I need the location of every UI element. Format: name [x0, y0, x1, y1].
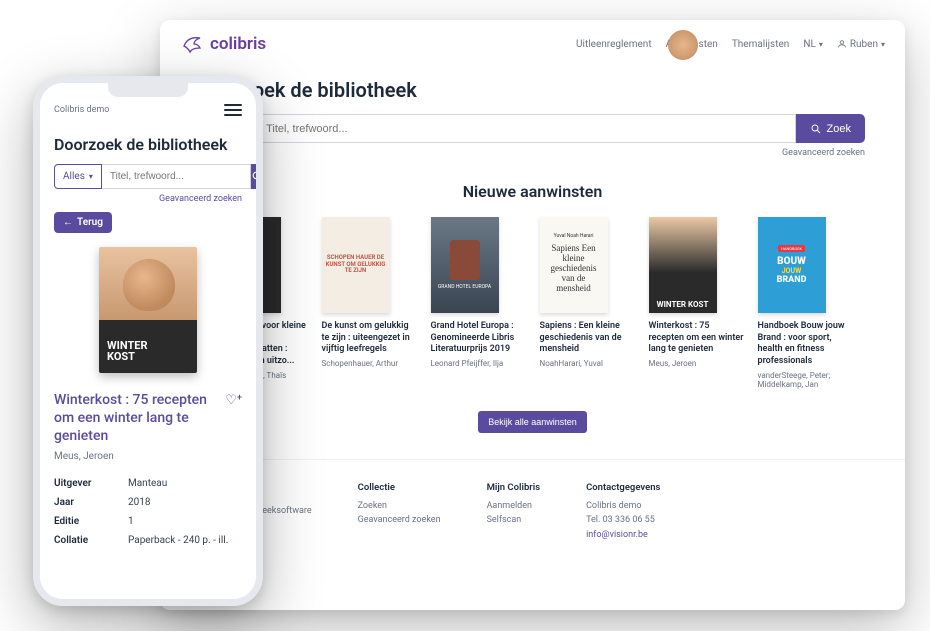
new-acquisitions-section: Nieuwe aanwinsten Grote kunst voor klein…: [200, 182, 865, 433]
book-grid: Grote kunst voor kleine kenners: museums…: [200, 217, 865, 389]
search-button[interactable]: Zoek: [796, 114, 865, 143]
footer-heading: Collectie: [358, 482, 441, 493]
meta-row: Uitgever Manteau: [54, 474, 242, 493]
desktop-header: colibris Uitleenreglement Aanwinsten The…: [160, 20, 905, 62]
desktop-footer: Colibris bibliotheeksoftware © 2002-2020…: [160, 459, 905, 564]
meta-value: 1: [128, 516, 134, 527]
footer-col-mijn: Mijn Colibris Aanmelden Selfscan: [487, 482, 541, 542]
book-cover: SCHOPEN HAUER DE KUNST OM GELUKKIG TE ZI…: [322, 217, 390, 313]
colibris-bird-icon: [180, 32, 204, 56]
search-input[interactable]: [255, 114, 795, 143]
footer-heading: Contactgegevens: [586, 482, 660, 493]
book-cover: HANDBOEK BOUW JOUW BRAND: [758, 217, 826, 313]
footer-link[interactable]: Aanmelden: [487, 499, 541, 513]
page-title: Doorzoek de bibliotheek: [200, 78, 865, 102]
mobile-search-button[interactable]: [251, 164, 256, 189]
book-cover: WINTER KOST: [649, 217, 717, 313]
back-button[interactable]: ← Terug: [54, 212, 112, 233]
search-icon: [810, 123, 822, 135]
meta-value: 2018: [128, 497, 150, 508]
brand-name: colibris: [210, 34, 266, 54]
meta-value: Paperback - 240 p. - ill.: [128, 535, 228, 546]
mobile-body: Doorzoek de bibliotheek Alles▾ Geavancee…: [40, 127, 256, 558]
search-icon: [251, 170, 256, 183]
top-nav: Uitleenreglement Aanwinsten Themalijsten…: [576, 39, 885, 50]
meta-key: Editie: [54, 516, 128, 527]
mobile-filter-dropdown[interactable]: Alles▾: [54, 164, 102, 189]
mobile-device: Colibris demo Doorzoek de bibliotheek Al…: [33, 76, 263, 606]
book-title: Winterkost : 75 recepten om een winter l…: [649, 321, 744, 356]
book-card[interactable]: HANDBOEK BOUW JOUW BRAND Handboek Bouw j…: [758, 217, 853, 389]
nav-themalijsten[interactable]: Themalijsten: [732, 39, 790, 50]
arrow-left-icon: ←: [63, 217, 73, 228]
mobile-search-bar: Alles▾: [54, 164, 242, 189]
lang-selector[interactable]: NL ▾: [803, 39, 823, 50]
footer-col-contact: Contactgegevens Colibris demo Tel. 03 33…: [586, 482, 660, 542]
phone-notch: [108, 81, 188, 97]
meta-key: Jaar: [54, 497, 128, 508]
book-author: NoahHarari, Yuval: [540, 359, 635, 368]
book-title: Grand Hotel Europa : Genomineerde Libris…: [431, 321, 526, 356]
book-title: Handboek Bouw jouw Brand : voor sport, h…: [758, 321, 853, 368]
book-card[interactable]: WINTER KOST Winterkost : 75 recepten om …: [649, 217, 744, 389]
favorite-button[interactable]: ♡+: [225, 393, 242, 410]
book-author: Schopenhauer, Arthur: [322, 359, 417, 368]
footer-text: Colibris demo: [586, 499, 660, 513]
book-cover: GRAND HOTEL EUROPA: [431, 217, 499, 313]
footer-heading: Mijn Colibris: [487, 482, 541, 493]
footer-email[interactable]: info@visionr.be: [586, 528, 660, 542]
book-card[interactable]: GRAND HOTEL EUROPA Grand Hotel Europa : …: [431, 217, 526, 389]
chevron-down-icon: ▾: [819, 40, 823, 49]
mobile-screen: Colibris demo Doorzoek de bibliotheek Al…: [40, 83, 256, 599]
nav-uitleenreglement[interactable]: Uitleenreglement: [576, 39, 652, 50]
view-all-button[interactable]: Bekijk alle aanwinsten: [478, 411, 587, 433]
search-bar: Alles▾ Zoek: [200, 114, 865, 143]
meta-row: Editie 1: [54, 512, 242, 531]
user-menu[interactable]: Ruben ▾: [837, 39, 885, 50]
footer-col-collectie: Collectie Zoeken Geavanceerd zoeken: [358, 482, 441, 542]
meta-row: Collatie Paperback - 240 p. - ill.: [54, 531, 242, 550]
hamburger-menu-icon[interactable]: [224, 101, 242, 119]
footer-link[interactable]: Geavanceerd zoeken: [358, 513, 441, 527]
book-card[interactable]: SCHOPEN HAUER DE KUNST OM GELUKKIG TE ZI…: [322, 217, 417, 389]
meta-key: Uitgever: [54, 478, 128, 489]
brand-logo[interactable]: colibris: [180, 32, 266, 56]
desktop-main: Doorzoek de bibliotheek Alles▾ Zoek Geav…: [160, 62, 905, 433]
mobile-brand[interactable]: Colibris demo: [54, 105, 109, 115]
book-author: Meus, Jeroen: [649, 359, 744, 368]
book-cover-large: WINTERKOST: [99, 247, 197, 373]
chevron-down-icon: ▾: [89, 172, 93, 181]
mobile-item-meta: Uitgever Manteau Jaar 2018 Editie 1 Coll…: [54, 474, 242, 550]
book-author: vanderSteege, Peter; Middelkamp, Jan: [758, 371, 853, 389]
book-card[interactable]: Yuval Noah Harari Sapiens Een kleine ges…: [540, 217, 635, 389]
book-title: Sapiens : Een kleine geschiedenis van de…: [540, 321, 635, 356]
footer-phone: Tel. 03 336 06 55: [586, 513, 660, 527]
chevron-down-icon: ▾: [881, 40, 885, 49]
advanced-search-link[interactable]: Geavanceerd zoeken: [200, 148, 865, 158]
section-title: Nieuwe aanwinsten: [200, 182, 865, 201]
heart-icon: ♡: [225, 393, 237, 408]
mobile-item-title: Winterkost : 75 recepten om een winter l…: [54, 391, 242, 446]
desktop-window: colibris Uitleenreglement Aanwinsten The…: [160, 20, 905, 610]
book-title: De kunst om gelukkig te zijn : uiteengez…: [322, 321, 417, 356]
footer-link[interactable]: Zoeken: [358, 499, 441, 513]
meta-key: Collatie: [54, 535, 128, 546]
mobile-page-title: Doorzoek de bibliotheek: [54, 135, 242, 154]
meta-value: Manteau: [128, 478, 167, 489]
mobile-item-cover: WINTERKOST: [54, 247, 242, 377]
meta-row: Jaar 2018: [54, 493, 242, 512]
mobile-search-input[interactable]: [102, 164, 251, 189]
user-icon: [837, 39, 847, 49]
mobile-item-author: Meus, Jeroen: [54, 451, 242, 462]
mobile-advanced-link[interactable]: Geavanceerd zoeken: [54, 194, 242, 204]
book-author: Leonard Pfeijffer, Ilja: [431, 359, 526, 368]
book-cover: Yuval Noah Harari Sapiens Een kleine ges…: [540, 217, 608, 313]
footer-link[interactable]: Selfscan: [487, 513, 541, 527]
